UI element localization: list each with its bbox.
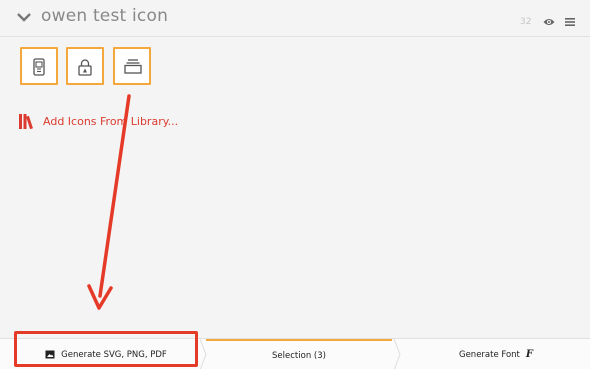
add-icons-label: Add Icons From Library... [43, 114, 179, 128]
font-label: Generate Font [458, 349, 520, 360]
icon-set-header: owen test icon 32 [0, 0, 590, 36]
tab-separator-chevron [393, 339, 401, 369]
lock-icon [78, 59, 92, 76]
selection-label: Selection (3) [272, 350, 326, 361]
header-divider [0, 36, 590, 37]
icon-tile-lock[interactable] [66, 47, 104, 85]
annotation-highlight-box [14, 331, 198, 367]
set-title[interactable]: owen test icon [41, 6, 168, 26]
icon-tile-folder-stack[interactable] [113, 47, 151, 85]
hamburger-menu-icon[interactable] [565, 17, 575, 27]
chevron-down-icon[interactable] [16, 9, 32, 25]
selection-tab[interactable]: Selection (3) [206, 339, 392, 369]
icon-tile-usb-drive[interactable] [20, 47, 58, 85]
header-tools: 32 [510, 14, 590, 32]
icon-count: 32 [520, 17, 532, 27]
generate-font-button[interactable]: Generate Font F [402, 339, 590, 369]
add-icons-from-library-link[interactable]: Add Icons From Library... [19, 112, 178, 130]
library-books-icon [19, 114, 33, 129]
folder-stack-icon [124, 59, 142, 74]
font-glyph-icon: F [525, 349, 534, 360]
usb-drive-icon [33, 58, 45, 76]
eye-icon[interactable] [543, 17, 555, 27]
